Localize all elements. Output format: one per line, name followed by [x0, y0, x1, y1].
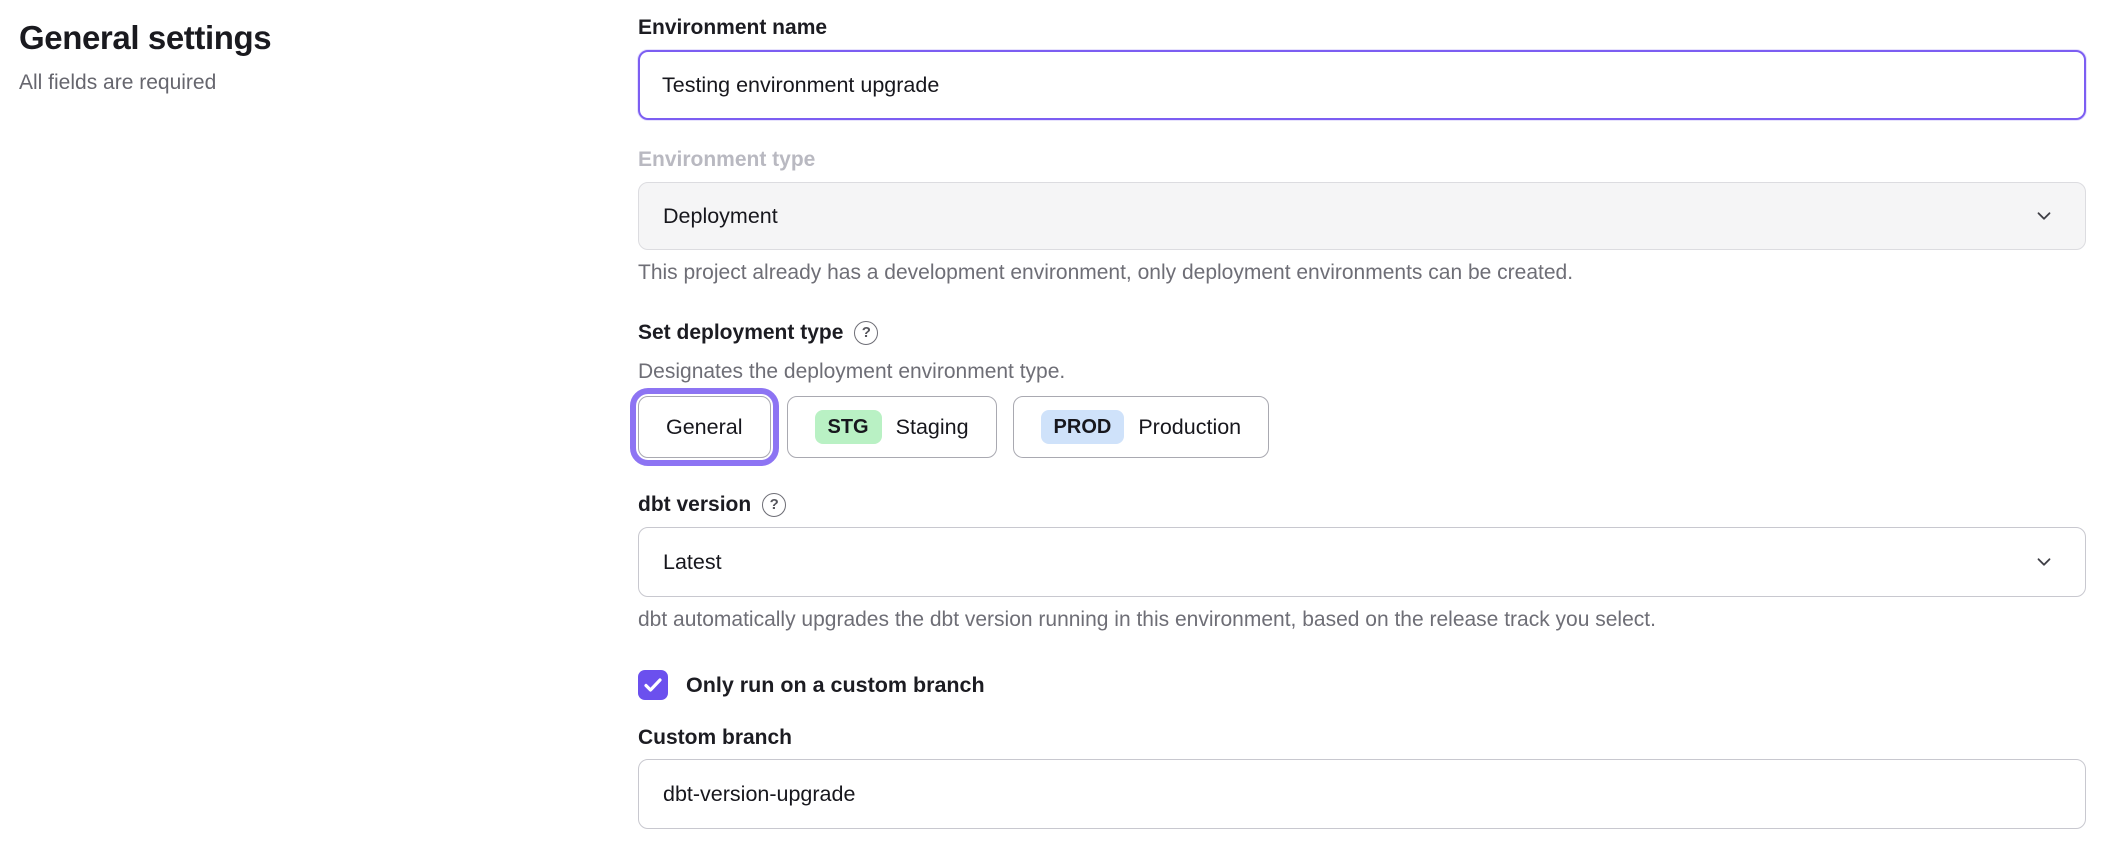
environment-name-label: Environment name — [638, 14, 2086, 41]
custom-branch-input[interactable] — [638, 759, 2086, 829]
deployment-type-production-button[interactable]: PROD Production — [1013, 396, 1270, 458]
environment-type-value: Deployment — [663, 204, 778, 229]
custom-branch-checkbox-label[interactable]: Only run on a custom branch — [686, 673, 985, 698]
environment-name-input[interactable] — [638, 50, 2086, 120]
dbt-version-field: dbt version ? Latest dbt automatically u… — [638, 491, 2086, 632]
deployment-type-options: General STG Staging PROD Production — [638, 396, 2086, 458]
page-title: General settings — [19, 18, 271, 58]
dbt-version-select[interactable]: Latest — [638, 527, 2086, 597]
production-badge: PROD — [1041, 410, 1125, 444]
dbt-version-label: dbt version — [638, 491, 751, 518]
general-button-label: General — [666, 415, 743, 440]
settings-header: General settings All fields are required — [19, 18, 271, 95]
environment-type-helper: This project already has a development e… — [638, 261, 2086, 285]
deployment-type-general-button[interactable]: General — [638, 396, 771, 458]
deployment-type-description: Designates the deployment environment ty… — [638, 360, 2086, 384]
environment-type-select[interactable]: Deployment — [638, 182, 2086, 250]
page-subtitle: All fields are required — [19, 71, 271, 95]
custom-branch-field: Custom branch — [638, 724, 2086, 829]
checkmark-icon — [644, 678, 662, 692]
help-icon[interactable]: ? — [762, 493, 786, 517]
dbt-version-value: Latest — [663, 550, 722, 575]
chevron-down-icon — [2033, 205, 2055, 227]
environment-type-label: Environment type — [638, 146, 2086, 173]
chevron-down-icon — [2033, 551, 2055, 573]
environment-type-field: Environment type Deployment This project… — [638, 146, 2086, 285]
custom-branch-label: Custom branch — [638, 724, 2086, 751]
help-icon[interactable]: ? — [854, 321, 878, 345]
environment-settings-form: Environment name Environment type Deploy… — [638, 14, 2086, 829]
deployment-type-label: Set deployment type — [638, 319, 843, 346]
custom-branch-checkbox-row: Only run on a custom branch — [638, 670, 2086, 700]
deployment-type-staging-button[interactable]: STG Staging — [787, 396, 997, 458]
environment-name-field: Environment name — [638, 14, 2086, 120]
production-button-label: Production — [1138, 415, 1241, 440]
staging-badge: STG — [815, 410, 882, 444]
custom-branch-checkbox[interactable] — [638, 670, 668, 700]
staging-button-label: Staging — [896, 415, 969, 440]
deployment-type-field: Set deployment type ? Designates the dep… — [638, 319, 2086, 458]
dbt-version-helper: dbt automatically upgrades the dbt versi… — [638, 608, 2086, 632]
